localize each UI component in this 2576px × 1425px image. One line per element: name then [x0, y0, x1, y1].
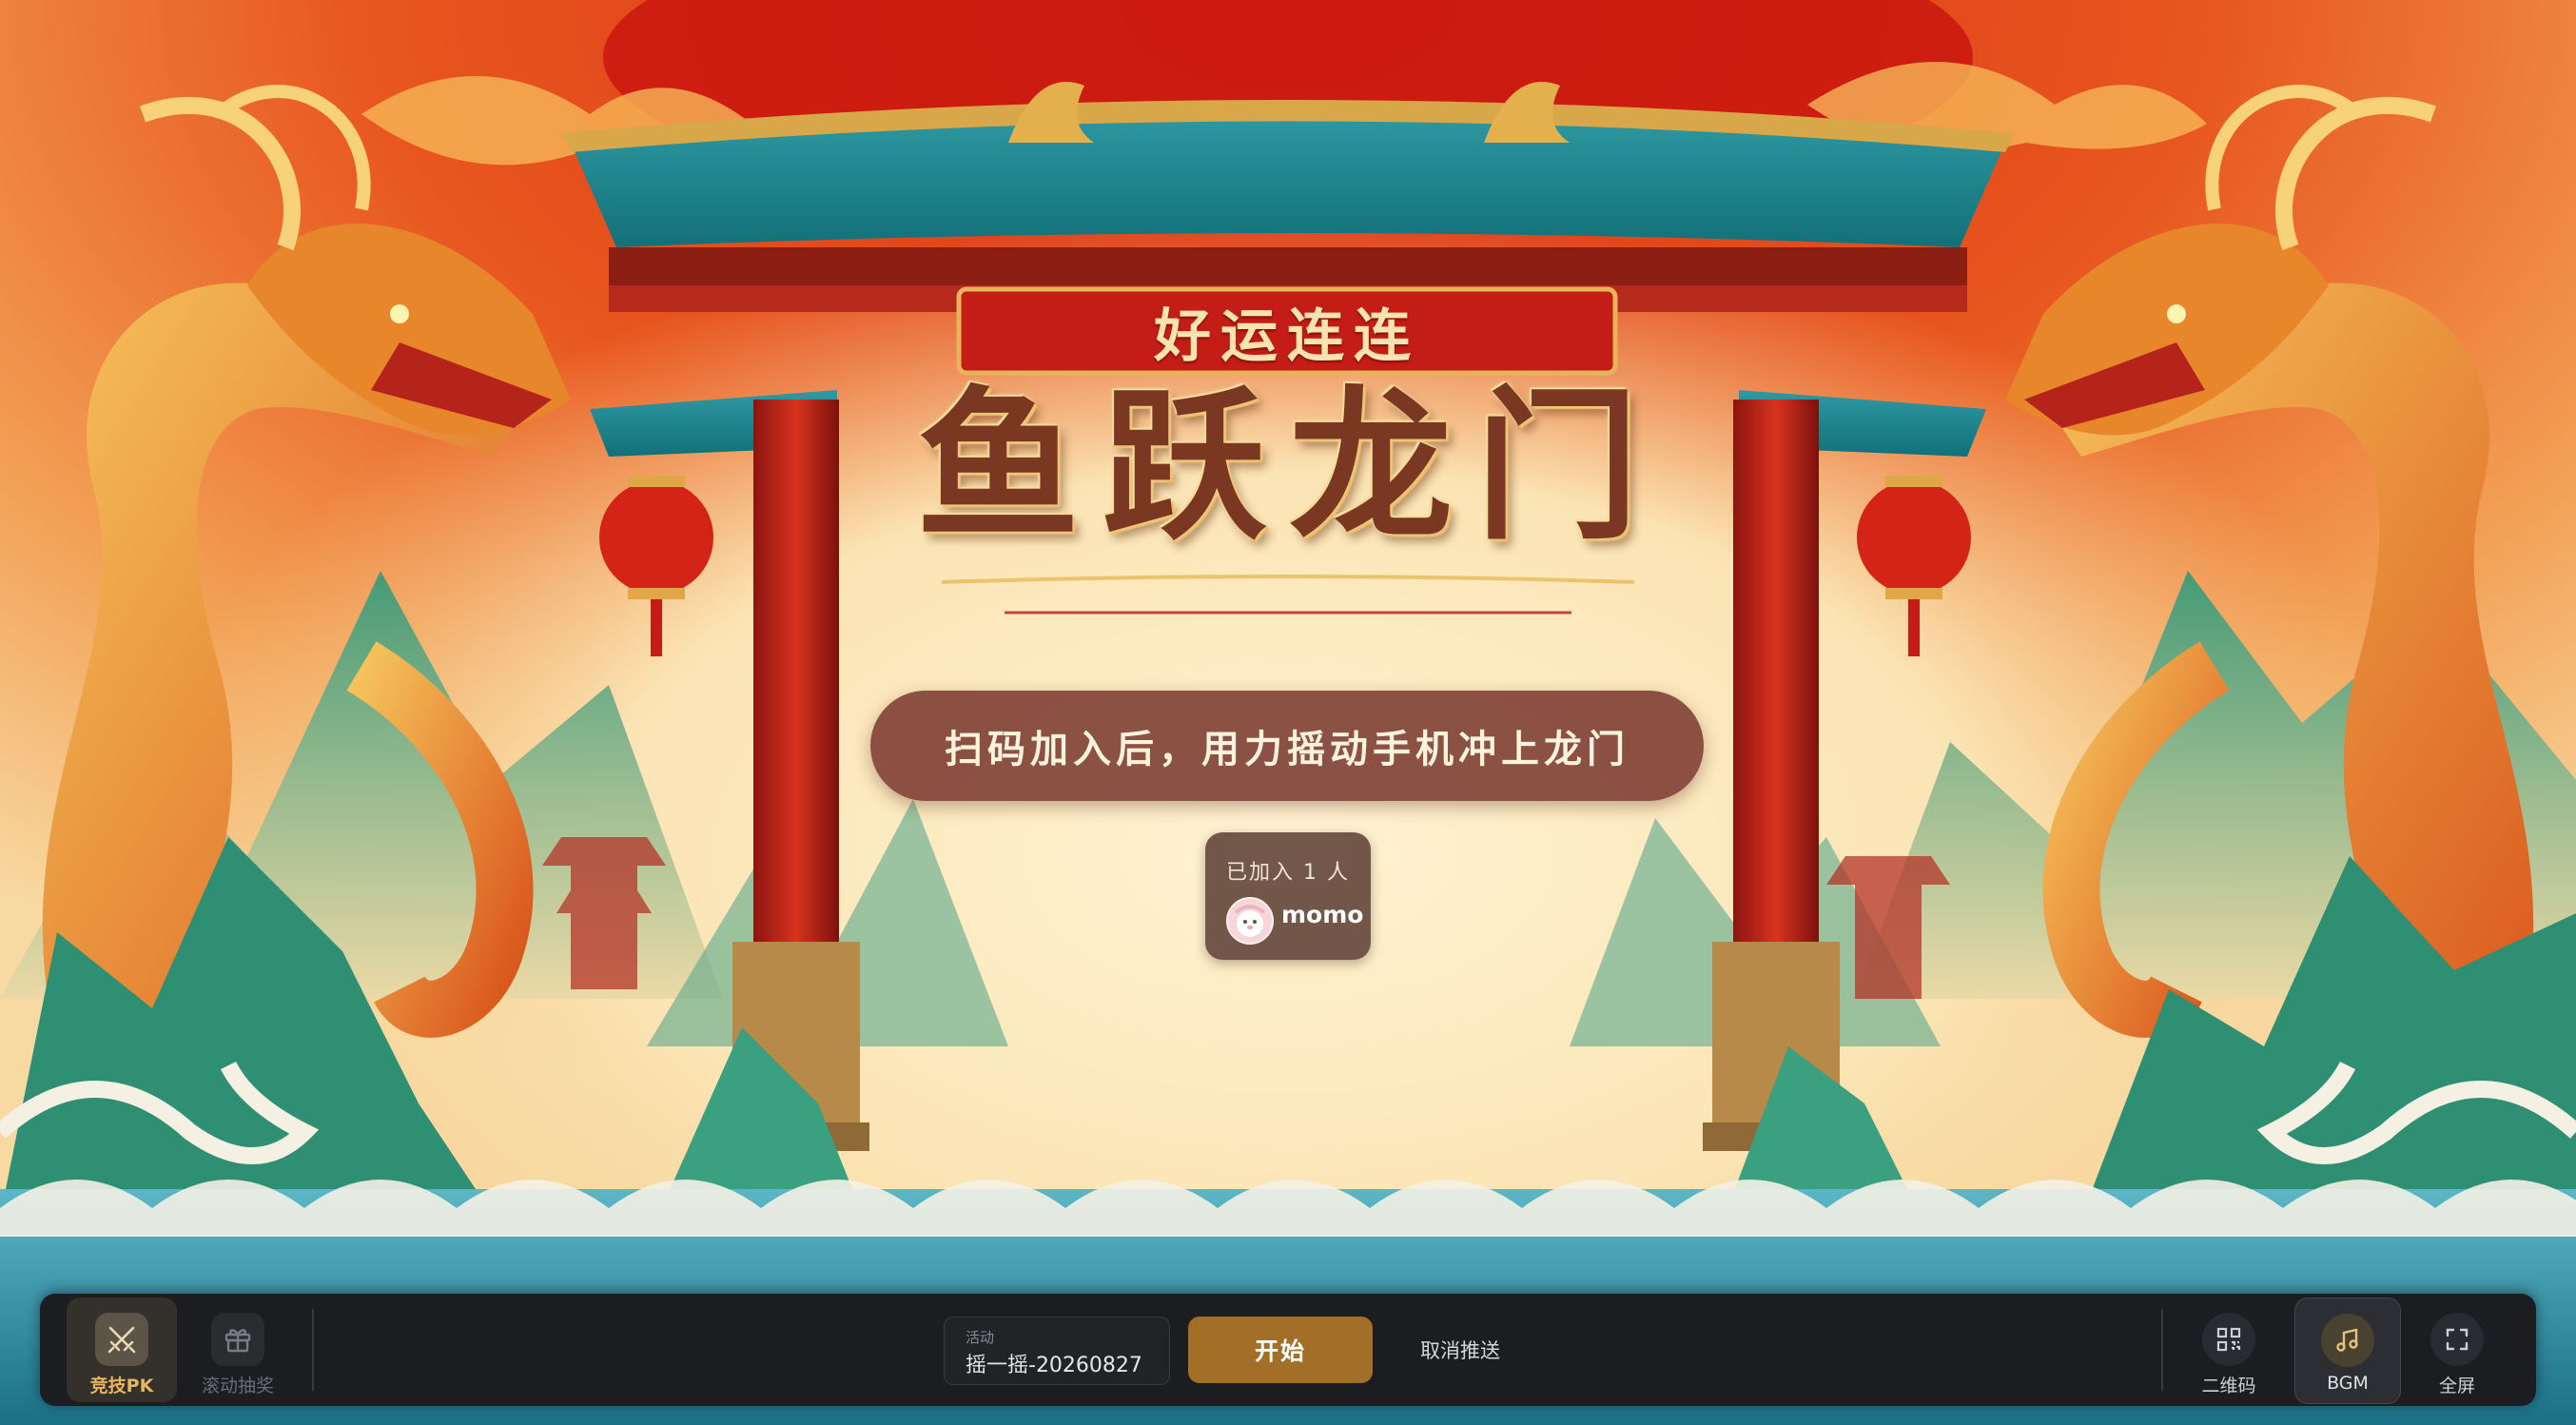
- qr-code-label: 二维码: [2201, 1376, 2256, 1396]
- banner-title: 鱼跃龙门: [916, 369, 1662, 562]
- qr-code-icon: [2202, 1313, 2255, 1366]
- player-name: momo: [1281, 901, 1364, 928]
- mode-tab-pk-label: 竞技PK: [89, 1376, 154, 1396]
- mode-tab-lottery[interactable]: 滚动抽奖: [183, 1298, 293, 1402]
- bgm-label: BGM: [2327, 1373, 2369, 1394]
- instruction-banner: 扫码加入后，用力摇动手机冲上龙门: [870, 691, 1704, 801]
- mode-tab-pk[interactable]: 竞技PK: [67, 1298, 177, 1402]
- activity-value: 摇一摇-20260827: [966, 1354, 1142, 1377]
- bottom-toolbar: 竞技PK 滚动抽奖 活动 摇一摇-20260827 开始 取消推送 二维码 BG…: [40, 1294, 2536, 1406]
- start-button[interactable]: 开始: [1188, 1317, 1373, 1383]
- music-note-icon: [2321, 1314, 2374, 1367]
- fullscreen-icon: [2430, 1313, 2484, 1366]
- joined-players-card: 已加入 1 人 momo: [1205, 832, 1371, 960]
- cancel-push-button[interactable]: 取消推送: [1398, 1317, 1522, 1383]
- qr-code-button[interactable]: 二维码: [2176, 1298, 2281, 1402]
- crossed-swords-icon: [95, 1313, 148, 1366]
- gift-icon: [211, 1313, 264, 1366]
- bgm-toggle[interactable]: BGM: [2294, 1298, 2401, 1404]
- fullscreen-button[interactable]: 全屏: [2405, 1298, 2509, 1402]
- fullscreen-label: 全屏: [2438, 1376, 2475, 1396]
- toolbar-divider-right: [2161, 1309, 2163, 1391]
- activity-label: 活动: [966, 1329, 995, 1346]
- mode-tab-lottery-label: 滚动抽奖: [201, 1376, 274, 1396]
- player-avatar: [1226, 897, 1274, 945]
- toolbar-divider: [312, 1309, 314, 1391]
- joined-count: 已加入 1 人: [1226, 861, 1350, 885]
- activity-selector[interactable]: 活动 摇一摇-20260827: [944, 1317, 1170, 1385]
